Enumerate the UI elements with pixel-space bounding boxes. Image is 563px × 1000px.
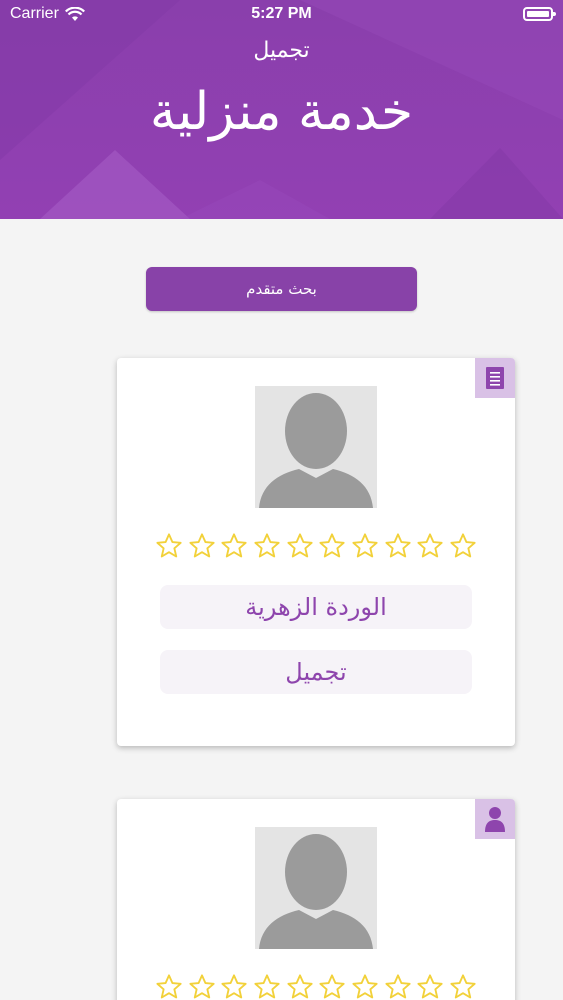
person-placeholder-icon [259, 834, 373, 949]
profile-button[interactable] [475, 799, 515, 839]
star-icon [221, 974, 247, 999]
status-time: 5:27 PM [251, 5, 312, 22]
star-icon [450, 974, 476, 999]
star-icon [384, 533, 411, 558]
star-icon [319, 974, 345, 999]
header-subtitle: تجميل [253, 38, 310, 63]
star-icon [189, 974, 215, 999]
advanced-search-button[interactable]: بحث متقدم [146, 267, 417, 311]
star-icon [189, 533, 215, 558]
person-icon [485, 807, 505, 832]
star-icon [352, 974, 378, 999]
page-title: خدمة منزلية [149, 82, 414, 142]
avatar [255, 386, 377, 508]
star-icon [352, 533, 378, 558]
person-placeholder-icon [259, 393, 373, 508]
star-icon [319, 533, 345, 558]
star-icon [221, 533, 247, 558]
star-icon [417, 974, 443, 999]
star-icon [156, 974, 182, 999]
star-icon [287, 533, 313, 558]
star-icon [156, 533, 182, 558]
avatar [255, 827, 377, 949]
star-icon [384, 974, 411, 999]
provider-card[interactable] [117, 799, 515, 1000]
rating-stars [155, 532, 477, 562]
status-bar: Carrier 5:27 PM [0, 0, 563, 30]
document-icon [486, 367, 504, 389]
battery-icon [523, 7, 556, 21]
header-banner: Carrier 5:27 PM تجميل خدمة منزلية [0, 0, 563, 219]
rating-stars [155, 973, 477, 1000]
star-icon [287, 974, 313, 999]
provider-name: الوردة الزهرية [160, 585, 472, 629]
star-icon [254, 533, 280, 558]
provider-category: تجميل [160, 650, 472, 694]
details-button[interactable] [475, 358, 515, 398]
provider-card[interactable]: الوردة الزهرية تجميل [117, 358, 515, 746]
star-icon [417, 533, 443, 558]
star-icon [450, 533, 476, 558]
star-icon [254, 974, 280, 999]
